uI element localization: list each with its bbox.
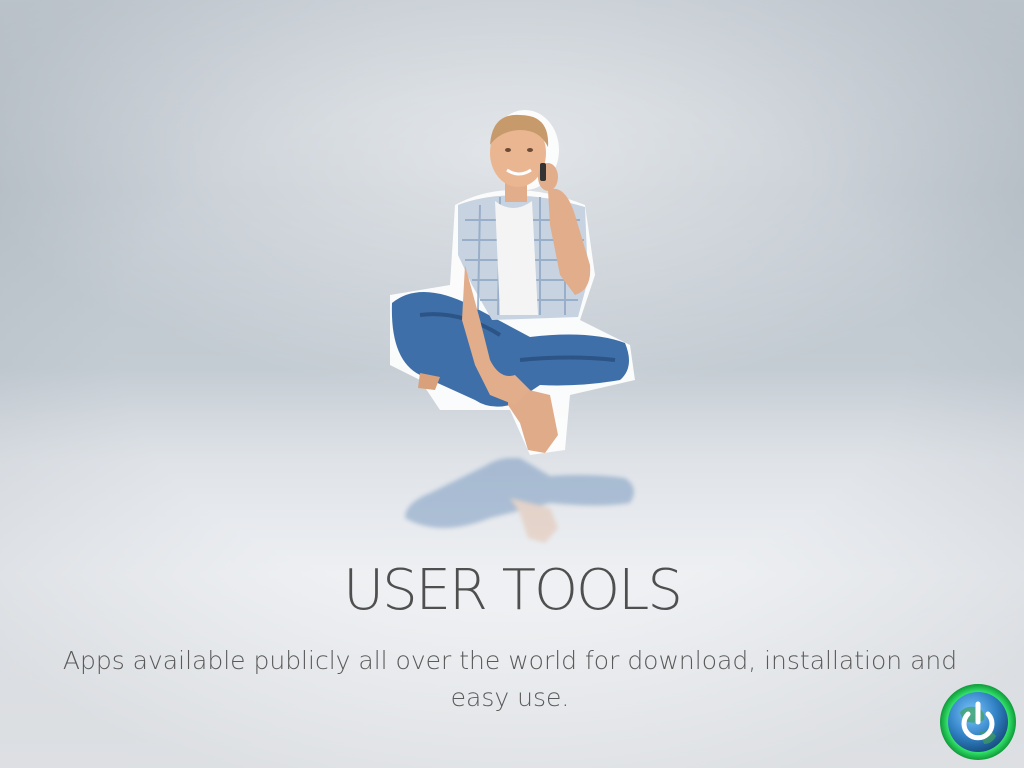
slide-subtitle: Apps available publicly all over the wor… [62, 646, 958, 712]
slide-title: USER TOOLS [343, 558, 683, 623]
person-sitting-on-phone-icon [390, 110, 635, 455]
power-globe-icon[interactable] [938, 682, 1018, 762]
person-reflection [405, 458, 634, 543]
